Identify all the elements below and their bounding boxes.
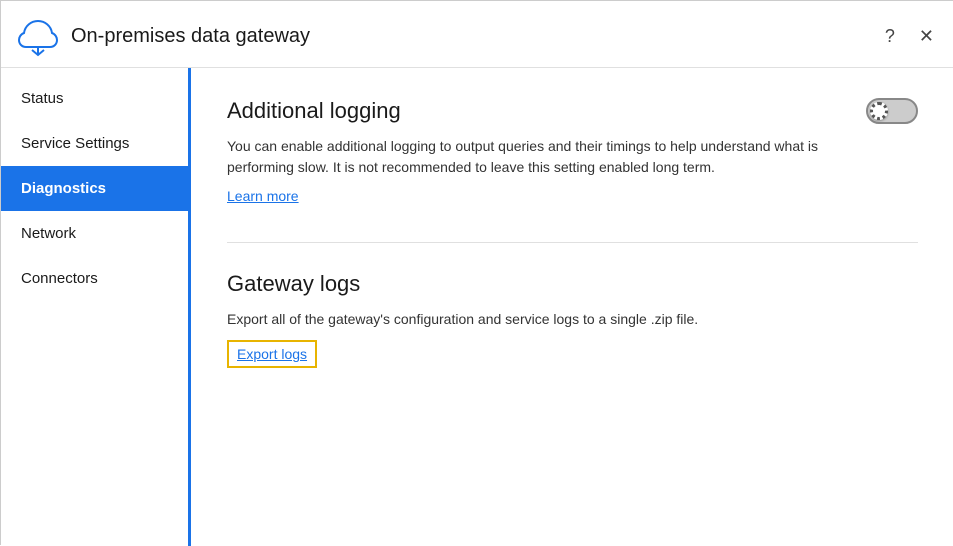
- toggle-track: [866, 98, 918, 124]
- additional-logging-title-row: Additional logging: [227, 98, 918, 124]
- toggle-knob: [870, 102, 888, 120]
- sidebar-item-status[interactable]: Status: [1, 76, 188, 121]
- main-content: Additional logging You can enable additi…: [191, 68, 953, 546]
- sidebar-item-service-settings[interactable]: Service Settings: [1, 121, 188, 166]
- additional-logging-toggle[interactable]: [866, 98, 918, 124]
- app-window: On-premises data gateway ? ✕ Status Serv…: [1, 1, 953, 546]
- sidebar-item-diagnostics[interactable]: Diagnostics: [1, 166, 188, 211]
- sidebar-item-network[interactable]: Network: [1, 211, 188, 256]
- gateway-logs-title: Gateway logs: [227, 271, 360, 297]
- help-button[interactable]: ?: [881, 25, 899, 47]
- gateway-logs-section: Gateway logs Export all of the gateway's…: [227, 271, 918, 368]
- learn-more-link[interactable]: Learn more: [227, 188, 299, 204]
- gateway-icon: [17, 15, 59, 57]
- close-button[interactable]: ✕: [915, 25, 938, 47]
- additional-logging-title: Additional logging: [227, 98, 401, 124]
- title-bar: On-premises data gateway ? ✕: [1, 1, 953, 68]
- section-divider: [227, 242, 918, 243]
- export-logs-button[interactable]: Export logs: [227, 340, 317, 368]
- content-area: Status Service Settings Diagnostics Netw…: [1, 68, 953, 546]
- sidebar: Status Service Settings Diagnostics Netw…: [1, 68, 191, 546]
- window-controls: ? ✕: [881, 25, 938, 47]
- additional-logging-description: You can enable additional logging to out…: [227, 136, 887, 178]
- gateway-logs-title-row: Gateway logs: [227, 271, 918, 297]
- app-title: On-premises data gateway: [71, 25, 881, 48]
- additional-logging-section: Additional logging You can enable additi…: [227, 98, 918, 206]
- gateway-logs-description: Export all of the gateway's configuratio…: [227, 309, 887, 330]
- sidebar-item-connectors[interactable]: Connectors: [1, 256, 188, 301]
